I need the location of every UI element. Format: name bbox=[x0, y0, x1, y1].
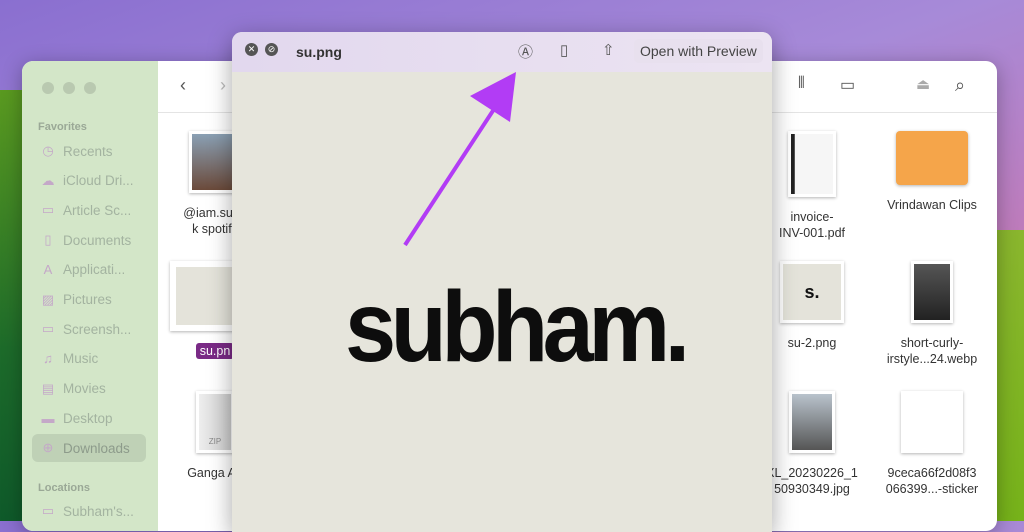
annotation-arrow bbox=[403, 72, 516, 247]
arrow-head bbox=[470, 72, 516, 122]
arrow-shaft bbox=[403, 98, 502, 247]
